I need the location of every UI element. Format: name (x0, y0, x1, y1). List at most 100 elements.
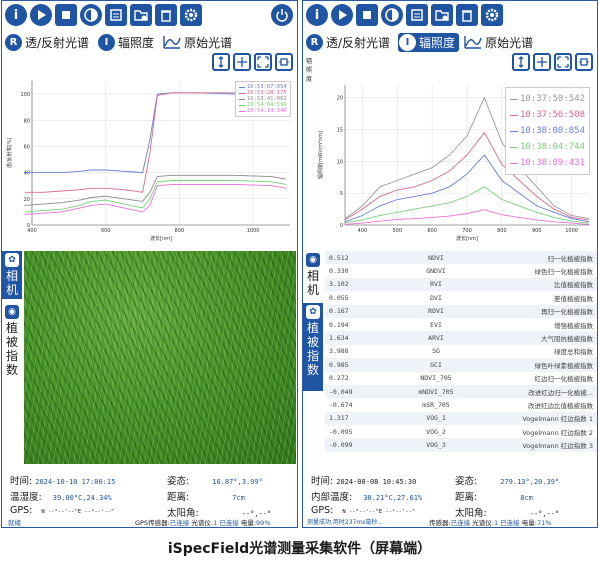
mode-tabs: R 透/反射光谱 I 辐照度 原始光谱 (4, 32, 236, 52)
table-row[interactable]: 0.330 GNDVI 绿色归一化植被指数 (325, 264, 597, 277)
stop-icon[interactable] (55, 4, 77, 26)
folder-add-icon[interactable] (130, 4, 152, 26)
table-row[interactable]: -0.099 VOG_3 Vogelmann 红边指数 3 (325, 438, 597, 452)
tab-irradiance[interactable]: I 辐照度 (398, 32, 460, 52)
table-row[interactable]: -0.674 mSR_705 改进红边比值植被指数 (325, 398, 597, 411)
index-code: mNDVI_705 (395, 384, 477, 399)
legend-swatch (510, 130, 518, 132)
play-icon[interactable] (30, 4, 52, 26)
circle-icon: ◉ (306, 253, 320, 267)
index-name: 大气阻抗植被指数 (477, 331, 597, 345)
table-row[interactable]: 0.512 NDVI 归一化植被指数 (325, 251, 597, 265)
toolbar: i (2, 1, 202, 29)
battery-label: 电量: (521, 519, 537, 527)
table-row[interactable]: 0.167 RDVI 再归一化植被指数 (325, 304, 597, 318)
plant-icon: ✿ (5, 253, 19, 267)
move-icon[interactable] (233, 53, 251, 71)
tab-label: 辐照度 (118, 35, 155, 50)
power-icon[interactable] (271, 4, 293, 26)
tab-raw-spectrum[interactable]: 原始光谱 (162, 33, 236, 52)
x-tick-label: 400 (358, 228, 368, 234)
x-axis-label: 波长[nm] (150, 235, 172, 242)
table-row[interactable]: -0.095 VOG_2 Vogelmann 红边指数 2 (325, 425, 597, 438)
contrast-icon[interactable] (80, 4, 102, 26)
autoscale-icon[interactable] (575, 53, 593, 71)
index-code: mSR_705 (422, 400, 450, 409)
gps-sensor-value: 已连接 (169, 519, 190, 527)
gps-value: N --°--'--"E --°--'--" (41, 509, 115, 515)
pose-value: 279.13°,20.39° (500, 478, 560, 486)
index-code: DVI (430, 293, 442, 302)
table-row[interactable]: 1.317 VOG_1 Vogelmann 红边指数 1 (325, 411, 597, 426)
table-row[interactable]: 0.272 NDVI_705 红边归一化植被指数 (325, 372, 597, 385)
index-value: -0.674 (329, 400, 353, 409)
autoscale-icon[interactable] (275, 53, 293, 71)
legend-item: 10:38:00:854 (510, 123, 585, 139)
time-label: 时间: (311, 476, 334, 487)
table-row[interactable]: 0.194 EVI 增强植被指数 (325, 318, 597, 331)
index-value: 0.512 (325, 251, 395, 265)
x-tick-label: 1000 (565, 228, 578, 234)
side-tab-label: 相机 (5, 269, 18, 297)
tab-irradiance[interactable]: I 辐照度 (97, 33, 158, 52)
side-tab-vegetation-index[interactable]: ✿ 植被指数 (303, 303, 323, 391)
index-value: -0.099 (325, 438, 395, 452)
r-icon: R (306, 33, 323, 51)
document-icon[interactable] (406, 4, 428, 26)
table-row[interactable]: 1.634 ARVI 大气阻抗植被指数 (325, 331, 597, 345)
index-code: VOG_2 (426, 427, 446, 436)
contrast-icon[interactable] (381, 4, 403, 26)
tab-reflectance[interactable]: R 透/反射光谱 (305, 33, 394, 52)
move-icon[interactable] (533, 53, 551, 71)
index-code: GCI (395, 358, 477, 372)
gear-icon[interactable] (481, 4, 503, 26)
sensor-value: 已连接 (450, 519, 471, 527)
waveform-icon (163, 36, 181, 49)
gps-label: GPS: (311, 505, 334, 516)
table-row[interactable]: 3.102 RVI 比值植被指数 (325, 277, 597, 292)
battery-value: 71% (536, 519, 552, 527)
table-row[interactable]: 0.055 DVI 差值植被指数 (325, 291, 597, 304)
info-icon[interactable]: i (306, 4, 328, 26)
side-tab-camera[interactable]: ◉ 相机 (303, 251, 323, 303)
legend-label: 10:38:00:854 (520, 126, 586, 136)
table-row[interactable]: -0.049 mNDVI_705 改进红边归一化植被... (325, 384, 597, 399)
play-icon[interactable] (331, 4, 353, 26)
info-icon[interactable]: i (5, 4, 27, 26)
legend-swatch (510, 114, 518, 116)
trash-icon[interactable] (155, 4, 177, 26)
y-axis-label: 辐照度[mW/cm²nm] (317, 131, 324, 179)
index-code: ARVI (395, 331, 477, 345)
vertical-scale-icon[interactable] (512, 53, 530, 71)
sensor-label: 传感器: (429, 519, 451, 527)
stop-icon[interactable] (356, 4, 378, 26)
table-row[interactable]: 0.985 GCI 绿色叶绿素植被指数 (325, 358, 597, 372)
y-tick-label: 15 (337, 128, 343, 134)
trash-icon[interactable] (456, 4, 478, 26)
index-value: 3.988 (329, 347, 349, 356)
legend-label: 10:37:56:508 (520, 110, 586, 120)
y-tick-label: 80 (24, 118, 30, 124)
legend-label: 10:38:09:431 (520, 158, 586, 168)
left-screen: i R 透/反射光谱 I 辐照度 原始光谱 400 600 800 1000 0 20 40 60… (1, 0, 298, 528)
index-value: 0.985 (325, 358, 395, 372)
folder-add-icon[interactable] (431, 4, 453, 26)
index-name: 归一化植被指数 (477, 251, 597, 265)
tab-reflectance[interactable]: R 透/反射光谱 (4, 33, 93, 52)
vertical-scale-icon[interactable] (212, 53, 230, 71)
document-icon[interactable] (105, 4, 127, 26)
series-line (24, 183, 287, 215)
table-row[interactable]: 3.988 SG 绿度总和指数 (325, 345, 597, 358)
fit-icon[interactable] (554, 53, 572, 71)
legend-item: 16:54:14:146 (239, 108, 287, 114)
fit-icon[interactable] (254, 53, 272, 71)
gear-icon[interactable] (180, 4, 202, 26)
side-tab-camera[interactable]: ✿ 相机 (2, 251, 22, 299)
side-tab-vegetation-index[interactable]: ◉ 植被指数 (2, 303, 22, 383)
index-value: 0.330 (329, 267, 349, 276)
y-tick-label: 60 (24, 144, 30, 150)
tab-raw-spectrum[interactable]: 原始光谱 (463, 33, 537, 52)
index-name: Vogelmann 红边指数 3 (477, 438, 597, 452)
tab-label: 辐照度 (419, 35, 456, 50)
legend-swatch (510, 98, 518, 100)
